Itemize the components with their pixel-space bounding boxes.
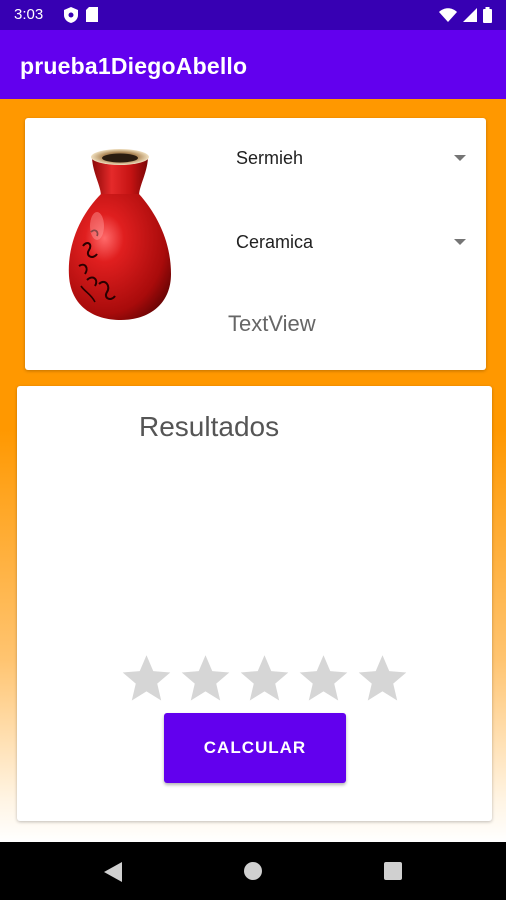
rating-bar[interactable]: [117, 651, 412, 707]
battery-icon: [483, 7, 492, 23]
dropdown-arrow-icon: [454, 155, 466, 161]
back-icon[interactable]: [104, 862, 122, 882]
spinner-vendor[interactable]: Sermieh: [236, 138, 466, 178]
dropdown-arrow-icon: [454, 239, 466, 245]
results-title: Resultados: [139, 411, 280, 442]
star-icon[interactable]: [353, 651, 412, 707]
spinner-material[interactable]: Ceramica: [236, 222, 466, 262]
shield-icon: [64, 7, 78, 23]
home-icon[interactable]: [244, 862, 262, 880]
recents-icon[interactable]: [384, 862, 402, 880]
calculate-button[interactable]: CALCULAR: [164, 713, 346, 783]
status-bar: 3:03: [0, 0, 506, 30]
product-card: Sermieh Ceramica TextView: [25, 118, 486, 370]
navigation-bar: [0, 842, 506, 900]
content-area: Sermieh Ceramica TextView Resultados CAL…: [0, 99, 506, 842]
status-left-icons: [64, 7, 98, 23]
star-icon[interactable]: [117, 651, 176, 707]
vase-image: [68, 149, 171, 320]
spinner-material-value: Ceramica: [236, 232, 314, 252]
spinner-vendor-value: Sermieh: [236, 148, 304, 168]
app-title: prueba1DiegoAbello: [20, 53, 248, 79]
text-view: TextView: [228, 311, 316, 336]
wifi-icon: [439, 8, 457, 22]
status-time: 3:03: [14, 6, 44, 23]
star-icon[interactable]: [176, 651, 235, 707]
sd-card-icon: [86, 7, 98, 22]
results-card: Resultados CALCULAR: [17, 386, 492, 821]
star-icon[interactable]: [235, 651, 294, 707]
signal-icon: [463, 8, 477, 22]
app-bar: prueba1DiegoAbello: [0, 30, 506, 99]
status-right-icons: [439, 7, 492, 23]
star-icon[interactable]: [294, 651, 353, 707]
